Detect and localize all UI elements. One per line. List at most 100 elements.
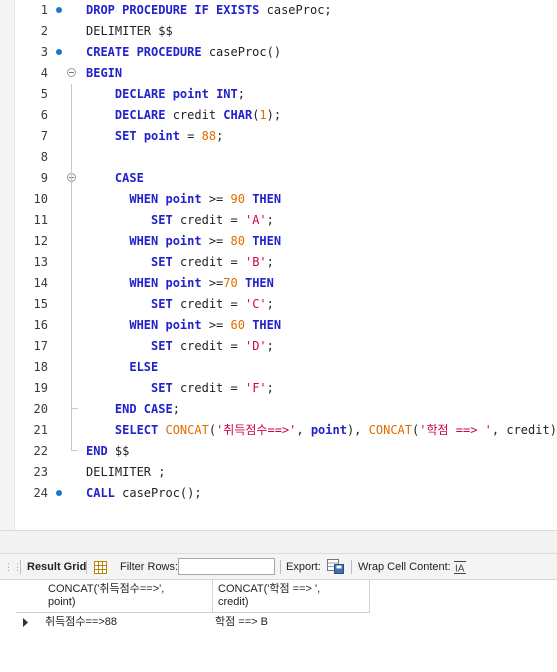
line-number: 11 <box>33 213 48 227</box>
current-row-arrow-icon <box>23 618 28 627</box>
code-line[interactable]: 22 END $$ <box>0 441 557 462</box>
statement-marker-icon[interactable] <box>56 490 62 496</box>
statement-marker-icon[interactable] <box>56 49 62 55</box>
code-line[interactable]: 24 CALL caseProc(); <box>0 483 557 504</box>
result-grid-tab[interactable]: Result Grid <box>27 554 86 580</box>
code-token: DROP PROCEDURE IF EXISTS <box>86 3 267 17</box>
code-token: ( <box>208 423 217 437</box>
code-line[interactable]: 23 DELIMITER ; <box>0 462 557 483</box>
code-line[interactable]: 15 SET credit = 'C'; <box>0 294 557 315</box>
code-token: caseProc; <box>266 3 332 17</box>
code-text: CASE <box>86 168 144 189</box>
line-number: 4 <box>40 66 48 80</box>
code-line[interactable]: 9 CASE <box>0 168 557 189</box>
code-token: credit = <box>179 297 245 311</box>
wrap-cell-content-label: Wrap Cell Content: <box>358 561 451 573</box>
code-token: ); <box>266 108 282 122</box>
code-line[interactable]: 16 WHEN point >= 60 THEN <box>0 315 557 336</box>
code-token: 'A' <box>244 213 267 227</box>
code-token: caseProc() <box>208 45 282 59</box>
code-token: credit <box>172 108 224 122</box>
code-token: point <box>143 129 180 143</box>
column-header[interactable]: CONCAT('취득점수==>', point) <box>16 580 213 612</box>
grid-view-icon[interactable] <box>94 561 107 574</box>
code-token: ELSE <box>129 360 159 374</box>
code-text: DROP PROCEDURE IF EXISTS caseProc; <box>86 0 332 21</box>
code-token: WHEN <box>129 276 166 290</box>
code-token: INT <box>216 87 238 101</box>
code-line[interactable]: 17 SET credit = 'D'; <box>0 336 557 357</box>
code-line[interactable]: 18 ELSE <box>0 357 557 378</box>
code-line[interactable]: 7 SET point = 88; <box>0 126 557 147</box>
code-token: CHAR <box>223 108 253 122</box>
line-number: 8 <box>40 150 48 164</box>
code-token: 1 <box>259 108 267 122</box>
code-text: BEGIN <box>86 63 122 84</box>
toolbar-separator <box>20 560 21 574</box>
code-line[interactable]: 4 BEGIN <box>0 63 557 84</box>
line-number: 21 <box>33 423 48 437</box>
filter-rows-input[interactable] <box>178 558 275 575</box>
table-row[interactable]: 취득점수==>88 학점 ==> B <box>16 613 370 632</box>
line-number: 13 <box>33 255 48 269</box>
statement-marker-icon[interactable] <box>56 7 62 13</box>
code-token: credit = <box>179 255 245 269</box>
code-line[interactable]: 11 SET credit = 'A'; <box>0 210 557 231</box>
code-line[interactable]: 19 SET credit = 'F'; <box>0 378 557 399</box>
table-cell[interactable]: 취득점수==>88 <box>45 613 117 632</box>
wrap-cell-icon[interactable]: IA <box>454 561 467 574</box>
code-line[interactable]: 13 SET credit = 'B'; <box>0 252 557 273</box>
code-token: CASE <box>114 171 144 185</box>
code-text: SET point = 88; <box>86 126 223 147</box>
code-line[interactable]: 2 DELIMITER $$ <box>0 21 557 42</box>
code-token: ; <box>237 87 245 101</box>
export-icon[interactable] <box>327 559 344 574</box>
code-token: point <box>165 318 202 332</box>
line-number: 15 <box>33 297 48 311</box>
code-text: WHEN point >= 90 THEN <box>86 189 281 210</box>
code-token: ; <box>172 402 180 416</box>
code-token: THEN <box>237 276 274 290</box>
code-line[interactable]: 21 SELECT CONCAT('취득점수==>', point), CONC… <box>0 420 557 441</box>
panel-divider[interactable] <box>0 530 557 554</box>
fold-toggle-icon[interactable] <box>67 68 76 77</box>
line-number: 16 <box>33 318 48 332</box>
code-token: ), <box>346 423 369 437</box>
code-token: point <box>172 87 217 101</box>
line-number: 18 <box>33 360 48 374</box>
line-number: 7 <box>40 129 48 143</box>
code-token: point <box>165 276 202 290</box>
code-line[interactable]: 5 DECLARE point INT; <box>0 84 557 105</box>
code-token: BEGIN <box>86 66 123 80</box>
toolbar-separator <box>86 560 87 574</box>
line-number: 19 <box>33 381 48 395</box>
code-token: THEN <box>244 234 282 248</box>
code-token: credit = <box>179 339 245 353</box>
code-line[interactable]: 12 WHEN point >= 80 THEN <box>0 231 557 252</box>
code-line[interactable]: 6 DECLARE credit CHAR(1); <box>0 105 557 126</box>
code-line[interactable]: 14 WHEN point >=70 THEN <box>0 273 557 294</box>
code-line[interactable]: 10 WHEN point >= 90 THEN <box>0 189 557 210</box>
sql-editor[interactable]: 1 DROP PROCEDURE IF EXISTS caseProc; 2 DELI… <box>0 0 557 530</box>
code-text: WHEN point >= 80 THEN <box>86 231 281 252</box>
line-number: 22 <box>33 444 48 458</box>
table-cell[interactable]: 학점 ==> B <box>215 613 268 632</box>
code-line[interactable]: 8 <box>0 147 557 168</box>
line-number: 1 <box>40 3 48 17</box>
code-line[interactable]: 3 CREATE PROCEDURE caseProc() <box>0 42 557 63</box>
result-grid-header: CONCAT('취득점수==>', point) CONCAT('학점 ==> … <box>16 580 370 613</box>
code-line[interactable]: 20 END CASE; <box>0 399 557 420</box>
code-token: 70 <box>223 276 238 290</box>
code-token: $$ <box>114 444 130 458</box>
column-header[interactable]: CONCAT('학점 ==> ', credit) <box>213 580 370 612</box>
code-line[interactable]: 1 DROP PROCEDURE IF EXISTS caseProc; <box>0 0 557 21</box>
code-token: credit = <box>179 213 245 227</box>
code-token: ; <box>216 129 224 143</box>
